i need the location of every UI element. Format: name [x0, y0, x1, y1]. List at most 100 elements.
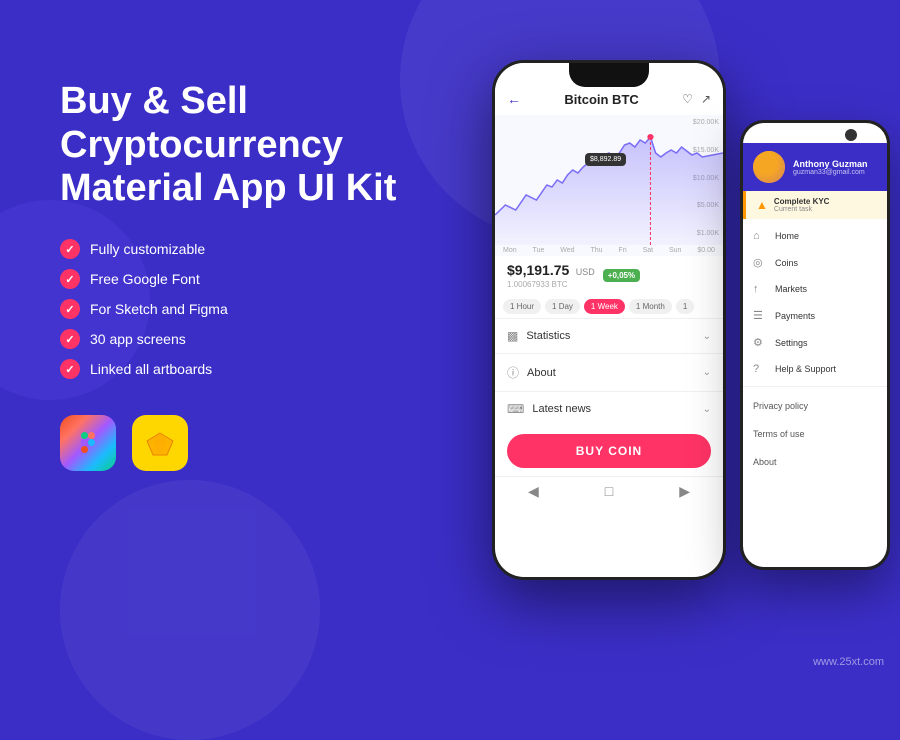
payments-icon: ☰: [753, 309, 767, 322]
heart-icon[interactable]: ♡: [682, 92, 693, 106]
watermark: www.25xt.com: [813, 656, 884, 668]
menu-divider: [743, 386, 887, 387]
statistics-chevron: ⌄: [703, 331, 711, 342]
time-filter-btn[interactable]: 1 Month: [629, 299, 672, 314]
check-icon: [60, 239, 80, 259]
kyc-info: Complete KYC Current task: [774, 197, 830, 213]
feature-item: For Sketch and Figma: [60, 299, 420, 319]
user-info: Anthony Guzman guzman33@gmail.com: [793, 159, 868, 176]
x-label-fri: Fri: [618, 247, 626, 254]
price-value: $9,191.75: [507, 262, 569, 278]
feature-item: Linked all artboards: [60, 359, 420, 379]
feature-text: Linked all artboards: [90, 361, 212, 377]
header-icons: ♡ ↗: [682, 92, 711, 106]
second-phone-mockup: Anthony Guzman guzman33@gmail.com ▲ Comp…: [740, 120, 890, 570]
price-chart: [495, 115, 723, 245]
chart-x-labels: Mon Tue Wed Thu Fri Sat Sun $0.00: [495, 245, 723, 256]
check-icon: [60, 269, 80, 289]
kyc-banner[interactable]: ▲ Complete KYC Current task: [743, 191, 887, 219]
help-icon: ?: [753, 363, 767, 375]
sidebar-menu-item-home[interactable]: ⌂ Home: [743, 223, 887, 249]
menu-label: Payments: [775, 311, 815, 321]
check-icon: [60, 299, 80, 319]
user-avatar: [753, 151, 785, 183]
feature-item: Free Google Font: [60, 269, 420, 289]
time-filter-btn[interactable]: 1 Hour: [503, 299, 541, 314]
nav-back-icon[interactable]: ◀: [528, 483, 539, 500]
news-chevron: ⌄: [703, 404, 711, 415]
user-profile-section: Anthony Guzman guzman33@gmail.com: [743, 143, 887, 191]
x-label-sat: Sat: [643, 247, 654, 254]
plain-link-label: Terms of use: [753, 429, 805, 439]
x-label-thu: Thu: [590, 247, 602, 254]
feature-list: Fully customizable Free Google Font For Sk…: [60, 239, 420, 379]
sidebar-menu-item-settings[interactable]: ⚙ Settings: [743, 329, 887, 356]
main-title: Buy & Sell Cryptocurrency Material App U…: [60, 80, 420, 211]
markets-icon: ↑: [753, 283, 767, 295]
latest-news-row[interactable]: ⌨ Latest news ⌄: [495, 391, 723, 426]
sidebar-menu: ⌂ Home ◎Coins ↑ Markets ☰ Payments ⚙ Settings? He…: [743, 219, 887, 479]
sidebar-plain-link[interactable]: Privacy policy: [743, 391, 887, 419]
nav-home-icon[interactable]: □: [605, 483, 613, 500]
x-label-zero: $0.00: [697, 247, 715, 254]
share-icon[interactable]: ↗: [701, 92, 711, 106]
tool-icons: [60, 415, 420, 471]
second-phone-notch: [845, 129, 857, 141]
menu-label: Settings: [775, 338, 808, 348]
newspaper-icon: ⌨: [507, 402, 524, 416]
sidebar-menu-item-markets[interactable]: ↑ Markets: [743, 276, 887, 302]
latest-news-label: Latest news: [532, 403, 591, 415]
price-section: $9,191.75 USD 1.00067933 BTC +0,05%: [495, 256, 723, 295]
bg-decoration-2: [60, 480, 320, 740]
sketch-icon: [132, 415, 188, 471]
main-phone-mockup: ← Bitcoin BTC ♡ ↗ $20.00K $15.00K $10.00…: [492, 60, 726, 580]
settings-icon: ⚙: [753, 336, 767, 349]
x-label-sun: Sun: [669, 247, 681, 254]
time-filter-btn[interactable]: 1 Day: [545, 299, 580, 314]
warning-icon: ▲: [756, 198, 768, 212]
menu-label: Home: [775, 231, 799, 241]
second-phone-screen: Anthony Guzman guzman33@gmail.com ▲ Comp…: [743, 123, 887, 567]
phone-notch: [569, 63, 649, 87]
sidebar-menu-item-payments[interactable]: ☰ Payments: [743, 302, 887, 329]
x-label-tue: Tue: [533, 247, 545, 254]
buy-coin-button[interactable]: BUY COIN: [507, 434, 711, 468]
phone-bottom-nav: ◀ □ ▶: [495, 476, 723, 504]
info-icon: ⓘ: [507, 364, 519, 381]
kyc-subtitle: Current task: [774, 206, 830, 213]
time-filter-btn[interactable]: 1 Week: [584, 299, 625, 314]
feature-item: Fully customizable: [60, 239, 420, 259]
feature-text: Free Google Font: [90, 271, 200, 287]
figma-icon: [60, 415, 116, 471]
feature-text: 30 app screens: [90, 331, 186, 347]
feature-item: 30 app screens: [60, 329, 420, 349]
feature-text: Fully customizable: [90, 241, 205, 257]
sidebar-menu-item-help-&-support[interactable]: ? Help & Support: [743, 356, 887, 382]
home-icon: ⌂: [753, 230, 767, 242]
about-row[interactable]: ⓘ About ⌄: [495, 353, 723, 391]
plain-link-label: Privacy policy: [753, 401, 808, 411]
price-currency: USD: [576, 267, 595, 277]
coins-icon: ◎: [753, 256, 767, 269]
about-label: About: [527, 367, 556, 379]
check-icon: [60, 359, 80, 379]
phone-screen: ← Bitcoin BTC ♡ ↗ $20.00K $15.00K $10.00…: [495, 63, 723, 577]
sidebar-plain-link[interactable]: Terms of use: [743, 419, 887, 447]
plain-link-label: About: [753, 457, 777, 467]
sidebar-plain-link[interactable]: About: [743, 447, 887, 475]
price-change-badge: +0,05%: [603, 269, 640, 282]
time-filter-btn[interactable]: 1: [676, 299, 694, 314]
statistics-row[interactable]: ▩ Statistics ⌄: [495, 318, 723, 353]
price-btc: 1.00067933 BTC: [507, 280, 595, 289]
sidebar-menu-item-coins[interactable]: ◎Coins: [743, 249, 887, 276]
back-arrow[interactable]: ←: [507, 91, 521, 107]
price-tooltip: $8,892.89: [585, 153, 626, 166]
nav-recents-icon[interactable]: ▶: [679, 483, 690, 500]
left-content: Buy & Sell Cryptocurrency Material App U…: [60, 80, 420, 471]
menu-label: Markets: [775, 284, 807, 294]
user-email: guzman33@gmail.com: [793, 169, 868, 176]
check-icon: [60, 329, 80, 349]
chart-area: $20.00K $15.00K $10.00K $5.00K $1.00K: [495, 115, 723, 245]
menu-label: Help & Support: [775, 364, 836, 374]
x-label-wed: Wed: [560, 247, 574, 254]
